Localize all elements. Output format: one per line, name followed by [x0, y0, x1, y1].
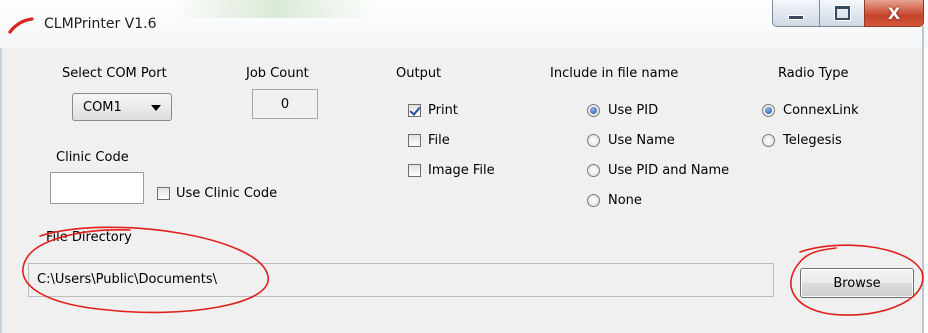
file-directory-field[interactable]: C:\Users\Public\Documents\	[28, 263, 774, 297]
job-count-value: 0	[280, 96, 290, 112]
chevron-down-icon	[151, 105, 161, 111]
include-use-pid-and-name-radio[interactable]	[587, 164, 600, 177]
radio-type-telegesis-label[interactable]: Telegesis	[783, 133, 842, 148]
include-use-name-radio[interactable]	[587, 134, 600, 147]
output-print-label[interactable]: Print	[428, 103, 458, 118]
include-use-pid-radio[interactable]	[587, 104, 600, 117]
output-image-file-checkbox[interactable]	[408, 164, 421, 177]
com-port-label: Select COM Port	[62, 66, 167, 81]
file-directory-value: C:\Users\Public\Documents\	[37, 272, 217, 287]
browse-button[interactable]: Browse	[800, 268, 914, 298]
close-button[interactable]: X	[864, 0, 924, 27]
app-swoosh-icon	[8, 17, 34, 34]
radio-type-connexlink-radio[interactable]	[762, 104, 775, 117]
job-count-display: 0	[252, 89, 318, 119]
output-print-checkbox[interactable]	[408, 104, 421, 117]
include-none-label[interactable]: None	[608, 193, 642, 208]
com-port-value: COM1	[83, 100, 122, 115]
clinic-code-input[interactable]	[50, 172, 144, 204]
output-label: Output	[396, 66, 442, 81]
use-clinic-code-checkbox[interactable]	[157, 187, 170, 200]
clinic-code-label: Clinic Code	[56, 150, 129, 165]
blurred-background-strip	[170, 0, 380, 18]
output-image-file-label[interactable]: Image File	[428, 163, 495, 178]
window-title: CLMPrinter V1.6	[44, 16, 157, 32]
include-none-radio[interactable]	[587, 194, 600, 207]
radio-type-label: Radio Type	[778, 66, 849, 81]
close-icon: X	[887, 3, 901, 23]
minimize-button[interactable]	[772, 0, 820, 27]
maximize-button[interactable]	[819, 0, 865, 27]
output-file-checkbox[interactable]	[408, 134, 421, 147]
include-use-pid-label[interactable]: Use PID	[608, 103, 658, 118]
radio-type-connexlink-label[interactable]: ConnexLink	[783, 103, 859, 118]
com-port-select[interactable]: COM1	[72, 93, 172, 121]
file-directory-label: File Directory	[46, 230, 132, 245]
include-in-file-name-label: Include in file name	[550, 66, 679, 81]
output-file-label[interactable]: File	[428, 133, 450, 148]
include-use-name-label[interactable]: Use Name	[608, 133, 675, 148]
include-use-pid-and-name-label[interactable]: Use PID and Name	[608, 163, 729, 178]
maximize-icon	[834, 6, 850, 20]
radio-type-telegesis-radio[interactable]	[762, 134, 775, 147]
title-bar[interactable]: CLMPrinter V1.6 X	[0, 0, 928, 48]
minimize-icon	[788, 14, 804, 20]
use-clinic-code-label[interactable]: Use Clinic Code	[176, 186, 277, 201]
job-count-label: Job Count	[246, 66, 309, 81]
window-right-border	[922, 26, 924, 333]
